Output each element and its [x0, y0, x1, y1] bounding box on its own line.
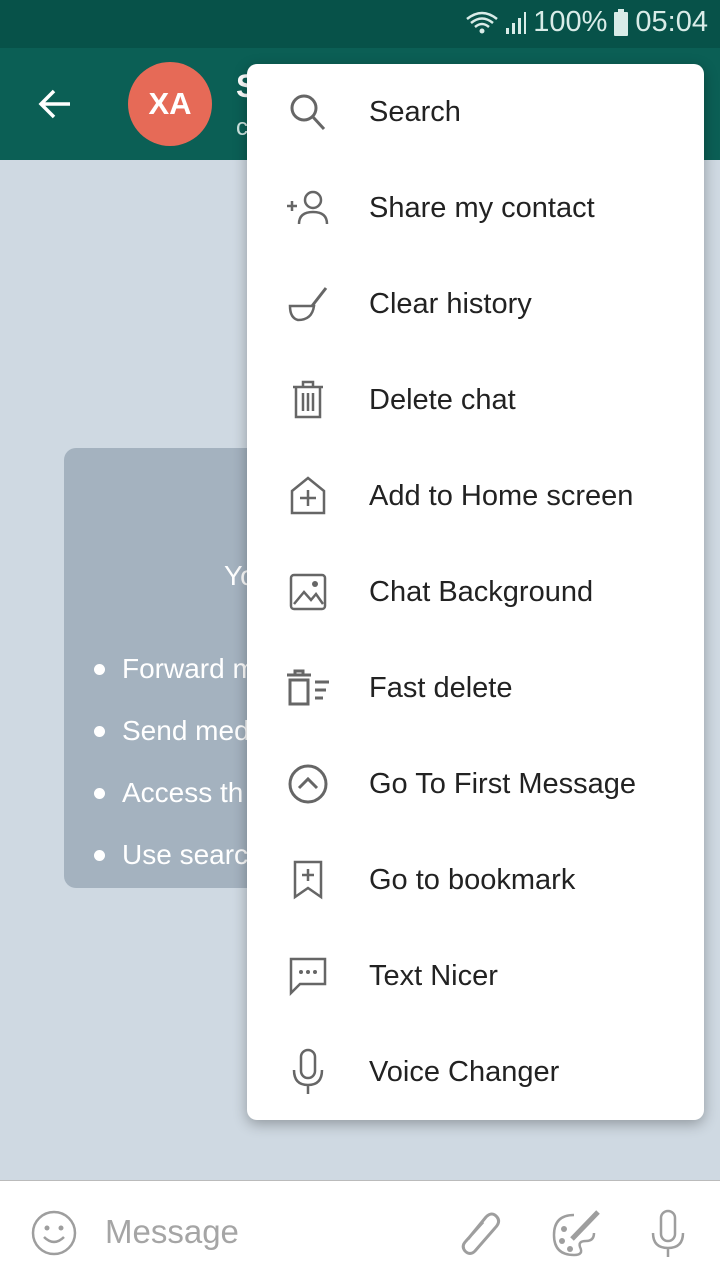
status-bar: 100% 05:04 — [0, 0, 720, 48]
back-arrow-icon[interactable] — [36, 84, 76, 124]
menu-item-first-message[interactable]: Go To First Message — [247, 736, 704, 832]
paint-palette-icon[interactable] — [550, 1209, 602, 1259]
chat-dots-icon — [289, 957, 327, 996]
fast-delete-icon — [287, 669, 329, 706]
overflow-menu: Search Share my contact Clear history De… — [247, 64, 704, 1120]
menu-item-fast-delete[interactable]: Fast delete — [247, 640, 704, 736]
avatar-initials: XA — [148, 86, 192, 121]
emoji-icon[interactable] — [30, 1209, 78, 1257]
menu-item-text-nicer[interactable]: Text Nicer — [247, 928, 704, 1024]
add-contact-icon — [287, 190, 329, 225]
microphone-icon — [292, 1048, 324, 1094]
list-item: Use searc — [94, 824, 256, 886]
search-icon — [290, 94, 326, 131]
signal-icon — [506, 11, 527, 34]
menu-item-delete-chat[interactable]: Delete chat — [247, 352, 704, 448]
wifi-icon — [466, 11, 499, 33]
trash-icon — [293, 380, 323, 419]
list-item: Send med — [94, 700, 256, 762]
menu-item-share-contact[interactable]: Share my contact — [247, 160, 704, 256]
clock: 05:04 — [635, 6, 708, 38]
menu-item-voice-changer[interactable]: Voice Changer — [247, 1024, 704, 1120]
image-icon — [289, 573, 327, 611]
menu-item-clear-history[interactable]: Clear history — [247, 256, 704, 352]
chevron-up-circle-icon — [288, 764, 328, 804]
menu-item-bookmark[interactable]: Go to bookmark — [247, 832, 704, 928]
broom-icon — [288, 287, 328, 322]
battery-icon — [614, 8, 629, 36]
message-composer: Message — [0, 1180, 720, 1281]
attach-icon[interactable] — [458, 1209, 502, 1257]
message-input[interactable]: Message — [105, 1213, 239, 1251]
menu-item-search[interactable]: Search — [247, 64, 704, 160]
bookmark-add-icon — [293, 860, 323, 900]
microphone-icon[interactable] — [650, 1209, 686, 1259]
menu-item-add-home[interactable]: Add to Home screen — [247, 448, 704, 544]
battery-percent: 100% — [533, 6, 608, 38]
home-add-icon — [290, 476, 326, 515]
avatar[interactable]: XA — [128, 62, 212, 146]
list-item: Access th — [94, 762, 256, 824]
menu-item-chat-background[interactable]: Chat Background — [247, 544, 704, 640]
list-item: Forward m — [94, 638, 256, 700]
